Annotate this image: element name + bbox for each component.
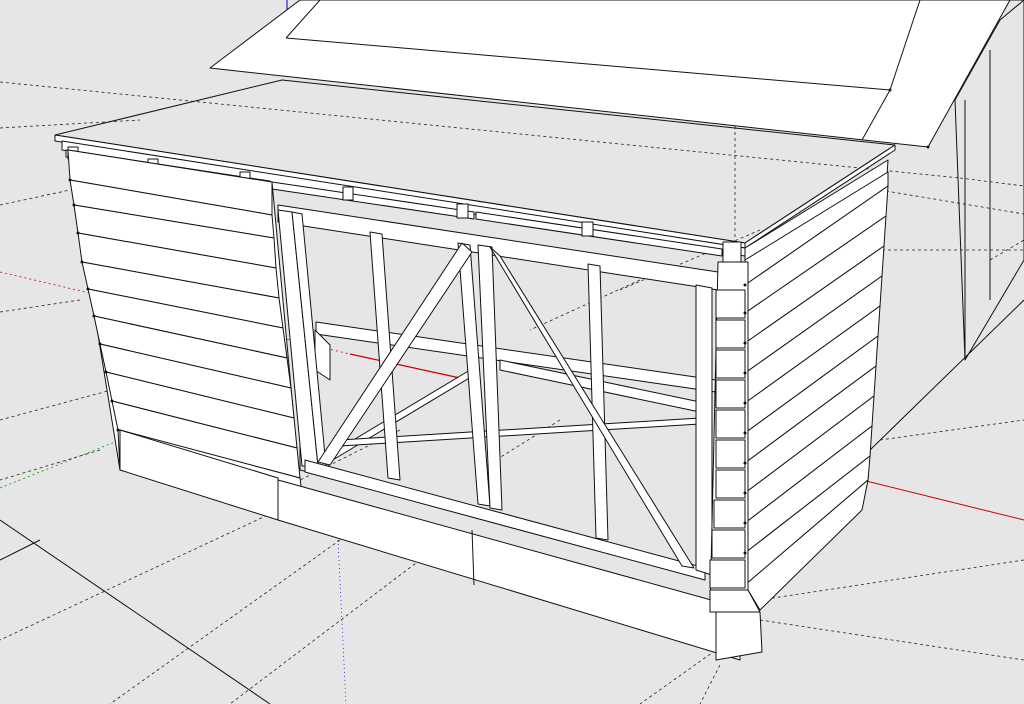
scene-canvas[interactable]	[0, 0, 1024, 704]
upper-roof-sheet[interactable]	[209, 0, 1024, 148]
red-axis-right	[861, 479, 1024, 521]
modeling-viewport[interactable]	[0, 0, 1024, 704]
red-axis	[349, 353, 461, 379]
left-cladding-wall[interactable]	[67, 149, 301, 486]
front-base	[119, 429, 741, 661]
blue-axis-lower	[337, 539, 347, 704]
green-axis	[0, 437, 126, 489]
right-side-wall[interactable]	[744, 159, 889, 611]
upper-roof-panel	[209, 0, 1011, 148]
